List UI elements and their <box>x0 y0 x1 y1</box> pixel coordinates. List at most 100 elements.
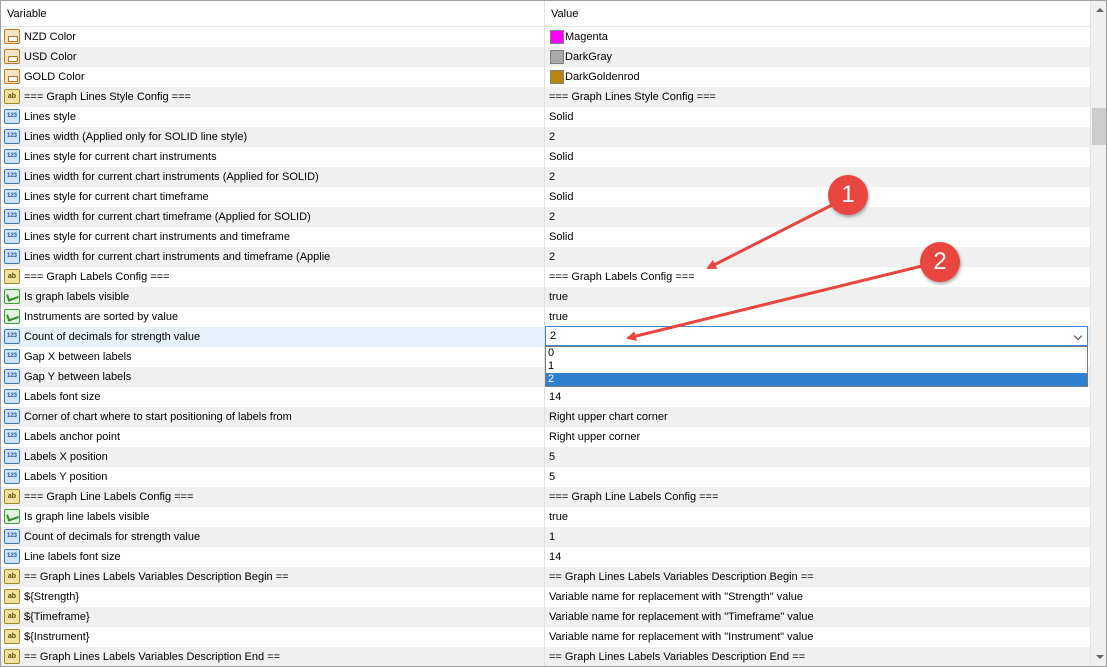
variable-cell[interactable]: 123 Corner of chart where to start positi… <box>1 407 544 427</box>
column-header-value[interactable]: Value <box>551 1 578 26</box>
value-cell[interactable]: 14 <box>545 387 1090 407</box>
table-row[interactable]: Instruments are sorted by value true <box>1 307 1090 327</box>
table-row[interactable]: 123 Labels Y position 5 <box>1 467 1090 487</box>
variable-cell[interactable]: 123 Line labels font size <box>1 547 544 567</box>
variable-cell[interactable]: ab === Graph Labels Config === <box>1 267 544 287</box>
value-cell[interactable]: 2 <box>545 127 1090 147</box>
value-cell[interactable]: == Graph Lines Labels Variables Descript… <box>545 647 1090 666</box>
variable-cell[interactable]: 123 Count of decimals for strength value <box>1 527 544 547</box>
column-divider[interactable] <box>544 1 545 26</box>
variable-cell[interactable]: 123 Lines style <box>1 107 544 127</box>
variable-cell[interactable]: 123 Count of decimals for strength value <box>1 327 544 347</box>
variable-cell[interactable]: 123 Lines width for current chart instrum… <box>1 247 544 267</box>
value-cell[interactable]: Magenta <box>545 27 1090 47</box>
variable-cell[interactable]: 123 Lines style for current chart instrum… <box>1 147 544 167</box>
variable-cell[interactable]: Instruments are sorted by value <box>1 307 544 327</box>
variable-cell[interactable]: 123 Lines style for current chart timefra… <box>1 187 544 207</box>
dropdown-option[interactable]: 2 <box>546 373 1087 386</box>
value-cell[interactable]: true <box>545 507 1090 527</box>
table-row[interactable]: 123 Lines width for current chart timefra… <box>1 207 1090 227</box>
value-cell[interactable]: 5 <box>545 447 1090 467</box>
table-row[interactable]: 123 Labels font size 14 <box>1 387 1090 407</box>
decimals-combobox[interactable]: 2 <box>545 326 1088 346</box>
value-cell[interactable]: 2 <box>545 207 1090 227</box>
table-row[interactable]: GOLD Color DarkGoldenrod <box>1 67 1090 87</box>
variable-cell[interactable]: ab ${Timeframe} <box>1 607 544 627</box>
table-row[interactable]: 123 Labels anchor point Right upper corner <box>1 427 1090 447</box>
variable-cell[interactable]: USD Color <box>1 47 544 67</box>
value-cell[interactable]: true <box>545 287 1090 307</box>
table-row[interactable]: ab == Graph Lines Labels Variables Descri… <box>1 567 1090 587</box>
variable-cell[interactable]: 123 Labels anchor point <box>1 427 544 447</box>
value-cell[interactable]: true <box>545 307 1090 327</box>
table-row[interactable]: NZD Color Magenta <box>1 27 1090 47</box>
scrollbar-thumb[interactable] <box>1092 108 1106 145</box>
table-row[interactable]: ab === Graph Line Labels Config === === Gr… <box>1 487 1090 507</box>
variable-cell[interactable]: ab ${Strength} <box>1 587 544 607</box>
table-row[interactable]: 123 Lines style for current chart instrum… <box>1 147 1090 167</box>
value-cell[interactable]: Solid <box>545 227 1090 247</box>
value-cell[interactable]: Solid <box>545 107 1090 127</box>
value-cell[interactable]: Variable name for replacement with "Inst… <box>545 627 1090 647</box>
variable-cell[interactable]: 123 Lines width (Applied only for SOLID l… <box>1 127 544 147</box>
variable-cell[interactable]: ab == Graph Lines Labels Variables Descri… <box>1 647 544 666</box>
variable-cell[interactable]: 123 Gap X between labels <box>1 347 544 367</box>
column-header-variable[interactable]: Variable <box>7 1 47 26</box>
variable-cell[interactable]: ab === Graph Lines Style Config === <box>1 87 544 107</box>
variable-cell[interactable]: ab ${Instrument} <box>1 627 544 647</box>
chevron-down-icon[interactable] <box>1073 331 1083 341</box>
value-cell[interactable]: == Graph Lines Labels Variables Descript… <box>545 567 1090 587</box>
table-row[interactable]: ab === Graph Lines Style Config === === Gr… <box>1 87 1090 107</box>
variable-cell[interactable]: 123 Gap Y between labels <box>1 367 544 387</box>
dropdown-option[interactable]: 1 <box>546 360 1087 373</box>
table-row[interactable]: ab ${Strength} Variable name for replaceme… <box>1 587 1090 607</box>
value-cell[interactable]: 14 <box>545 547 1090 567</box>
scroll-down-arrow-icon[interactable] <box>1091 649 1106 666</box>
value-cell[interactable]: 1 <box>545 527 1090 547</box>
value-cell[interactable]: Variable name for replacement with "Time… <box>545 607 1090 627</box>
table-row[interactable]: ab ${Instrument} Variable name for replace… <box>1 627 1090 647</box>
variable-cell[interactable]: NZD Color <box>1 27 544 47</box>
value-cell[interactable]: Variable name for replacement with "Stre… <box>545 587 1090 607</box>
variable-cell[interactable]: 123 Lines width for current chart instrum… <box>1 167 544 187</box>
value-cell[interactable]: Right upper chart corner <box>545 407 1090 427</box>
value-cell[interactable]: DarkGoldenrod <box>545 67 1090 87</box>
variable-cell[interactable]: 123 Labels font size <box>1 387 544 407</box>
table-row[interactable]: ab ${Timeframe} Variable name for replacem… <box>1 607 1090 627</box>
variable-cell[interactable]: 123 Lines style for current chart instrum… <box>1 227 544 247</box>
vertical-scrollbar[interactable] <box>1090 1 1106 666</box>
dropdown-option[interactable]: 0 <box>546 347 1087 360</box>
variable-cell[interactable]: 123 Labels X position <box>1 447 544 467</box>
variable-cell[interactable]: ab == Graph Lines Labels Variables Descri… <box>1 567 544 587</box>
table-row[interactable]: 123 Corner of chart where to start positi… <box>1 407 1090 427</box>
value-cell[interactable]: 2 <box>545 167 1090 187</box>
value-cell[interactable]: 5 <box>545 467 1090 487</box>
value-cell[interactable]: === Graph Line Labels Config === <box>545 487 1090 507</box>
value-cell[interactable]: Solid <box>545 147 1090 167</box>
table-row[interactable]: 123 Lines style for current chart timefra… <box>1 187 1090 207</box>
value-cell[interactable]: === Graph Labels Config === <box>545 267 1090 287</box>
scroll-up-arrow-icon[interactable] <box>1091 1 1106 18</box>
variable-cell[interactable]: Is graph labels visible <box>1 287 544 307</box>
table-row[interactable]: 123 Count of decimals for strength value 1 <box>1 527 1090 547</box>
variable-cell[interactable]: GOLD Color <box>1 67 544 87</box>
value-cell[interactable]: Right upper corner <box>545 427 1090 447</box>
table-row[interactable]: 123 Line labels font size 14 <box>1 547 1090 567</box>
table-row[interactable]: ab == Graph Lines Labels Variables Descri… <box>1 647 1090 666</box>
variable-cell[interactable]: Is graph line labels visible <box>1 507 544 527</box>
table-row[interactable]: 123 Lines width for current chart instrum… <box>1 167 1090 187</box>
value-cell[interactable]: Solid <box>545 187 1090 207</box>
value-cell[interactable]: DarkGray <box>545 47 1090 67</box>
variable-cell[interactable]: 123 Labels Y position <box>1 467 544 487</box>
table-row[interactable]: 123 Lines width (Applied only for SOLID l… <box>1 127 1090 147</box>
table-row[interactable]: 123 Lines style for current chart instrum… <box>1 227 1090 247</box>
value-cell[interactable]: === Graph Lines Style Config === <box>545 87 1090 107</box>
table-row[interactable]: 123 Lines style Solid <box>1 107 1090 127</box>
table-row[interactable]: Is graph line labels visible true <box>1 507 1090 527</box>
table-row[interactable]: USD Color DarkGray <box>1 47 1090 67</box>
variable-cell[interactable]: ab === Graph Line Labels Config === <box>1 487 544 507</box>
table-row[interactable]: Is graph labels visible true <box>1 287 1090 307</box>
variable-cell[interactable]: 123 Lines width for current chart timefra… <box>1 207 544 227</box>
value-cell[interactable]: 2 <box>545 247 1090 267</box>
table-row[interactable]: 123 Labels X position 5 <box>1 447 1090 467</box>
